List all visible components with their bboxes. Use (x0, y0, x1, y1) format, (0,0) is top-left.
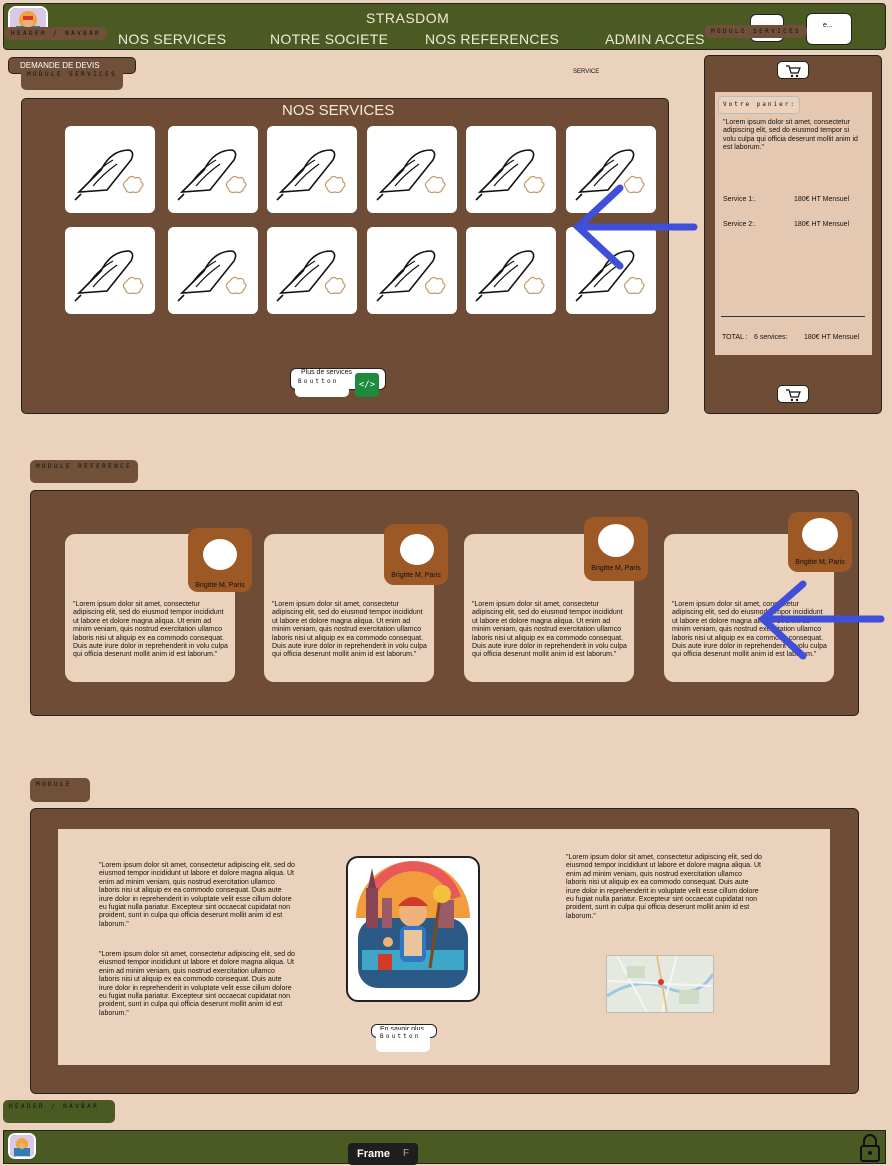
iron-icon (74, 149, 144, 201)
service-tile[interactable] (466, 227, 556, 314)
header-tag: HEADER / NAVBAR (5, 27, 108, 40)
iron-icon (177, 250, 247, 302)
service-tile[interactable] (267, 227, 357, 314)
reference-name: Brigitte M, Paris (795, 559, 845, 566)
frame-indicator-key: F (403, 1148, 410, 1159)
avatar (598, 524, 634, 557)
reference-name: Brigitte M, Paris (195, 582, 245, 589)
mascot-image (346, 856, 480, 1002)
reference-name: Brigitte M, Paris (591, 565, 641, 572)
service-tile[interactable] (65, 227, 155, 314)
avatar (802, 518, 838, 551)
cart-item-2-price: 180€ HT Mensuel (794, 221, 850, 228)
avatar (400, 534, 434, 565)
reference-badge: Brigitte M, Paris (188, 528, 252, 592)
reference-badge: Brigitte M, Paris (584, 517, 648, 581)
cart-total-count: 6 services: (754, 334, 788, 341)
iron-icon (376, 250, 446, 302)
frame-indicator-label: Frame (357, 1148, 391, 1160)
cart-title: Votre panier: (718, 96, 800, 114)
iron-icon (276, 149, 346, 201)
cart-total-label: TOTAL : (722, 334, 748, 341)
nav-admin-acces[interactable]: ADMIN ACCES (605, 31, 705, 47)
service-tile[interactable] (168, 227, 258, 314)
map-image[interactable] (606, 955, 715, 1013)
nav-notre-societe[interactable]: NOTRE SOCIETE (270, 31, 388, 47)
cart-item-1-label: Service 1:. (723, 196, 757, 203)
service-tile[interactable] (168, 126, 258, 213)
header-right-button[interactable]: e... (806, 13, 852, 45)
iron-icon (376, 149, 446, 201)
code-icon[interactable]: </> (355, 373, 379, 397)
service-tile[interactable] (367, 126, 457, 213)
cart-icon-bottom[interactable] (777, 385, 809, 403)
cart-icon-top[interactable] (777, 61, 809, 79)
lock-icon[interactable] (858, 1133, 882, 1163)
reference-badge: Brigitte M, Paris (384, 524, 448, 585)
avatar (203, 539, 237, 570)
boutton-tag-module-label: Boutton (380, 1033, 421, 1040)
iron-icon (475, 149, 545, 201)
services-title: NOS SERVICES (282, 102, 395, 119)
cart-item-1-price: 180€ HT Mensuel (794, 196, 850, 203)
iron-icon (177, 149, 247, 201)
footer-header-tag: HEADER / NAVBAR (3, 1100, 115, 1123)
service-small-label: SERVICE (573, 69, 600, 75)
brand-title[interactable]: STRASDOM (366, 10, 449, 26)
cart-title-text: Votre panier: (723, 101, 796, 108)
boutton-tag-module: Boutton (376, 1030, 430, 1052)
cart-divider (721, 316, 865, 317)
reference-quote: "Lorem ipsum dolor sit amet, consectetur… (272, 601, 427, 659)
cart-total-price: 180€ HT Mensuel (804, 334, 860, 341)
nav-nos-references[interactable]: NOS REFERENCES (425, 31, 559, 47)
module-services-tag-left: MODULE SERVICES (21, 68, 124, 90)
annotation-arrow-services (572, 184, 698, 270)
module-left-paragraph-1: "Lorem ipsum dolor sit amet, consectetur… (99, 862, 295, 928)
service-tile[interactable] (267, 126, 357, 213)
reference-quote: "Lorem ipsum dolor sit amet, consectetur… (73, 601, 228, 659)
module-reference-tag: MODULE REFERENCE (30, 460, 139, 483)
service-tile[interactable] (466, 126, 556, 213)
boutton-tag-services: Boutton (295, 375, 349, 397)
iron-icon (475, 250, 545, 302)
module-right-paragraph: "Lorem ipsum dolor sit amet, consectetur… (566, 854, 762, 920)
nav-nos-services[interactable]: NOS SERVICES (118, 31, 226, 47)
boutton-tag-label: Boutton (298, 378, 339, 385)
header-right-button-label: e... (823, 22, 833, 29)
footer-bar (3, 1130, 886, 1164)
annotation-arrow-references (757, 580, 885, 660)
service-tile[interactable] (65, 126, 155, 213)
iron-icon (74, 250, 144, 302)
cart-item-2-label: Service 2:. (723, 221, 757, 228)
iron-icon (276, 250, 346, 302)
module-left-paragraph-2: "Lorem ipsum dolor sit amet, consectetur… (99, 951, 295, 1017)
cart-intro: "Lorem ipsum dolor sit amet, consectetur… (723, 119, 858, 152)
reference-quote: "Lorem ipsum dolor sit amet, consectetur… (472, 601, 627, 659)
footer-logo[interactable] (8, 1133, 36, 1159)
module-services-tag-top: MODULE SERVICES (705, 25, 808, 38)
service-tile[interactable] (367, 227, 457, 314)
reference-badge: Brigitte M, Paris (788, 512, 852, 572)
reference-name: Brigitte M, Paris (391, 572, 441, 579)
module-tag: MODULE (30, 778, 90, 802)
frame-indicator: Frame F (348, 1143, 418, 1165)
